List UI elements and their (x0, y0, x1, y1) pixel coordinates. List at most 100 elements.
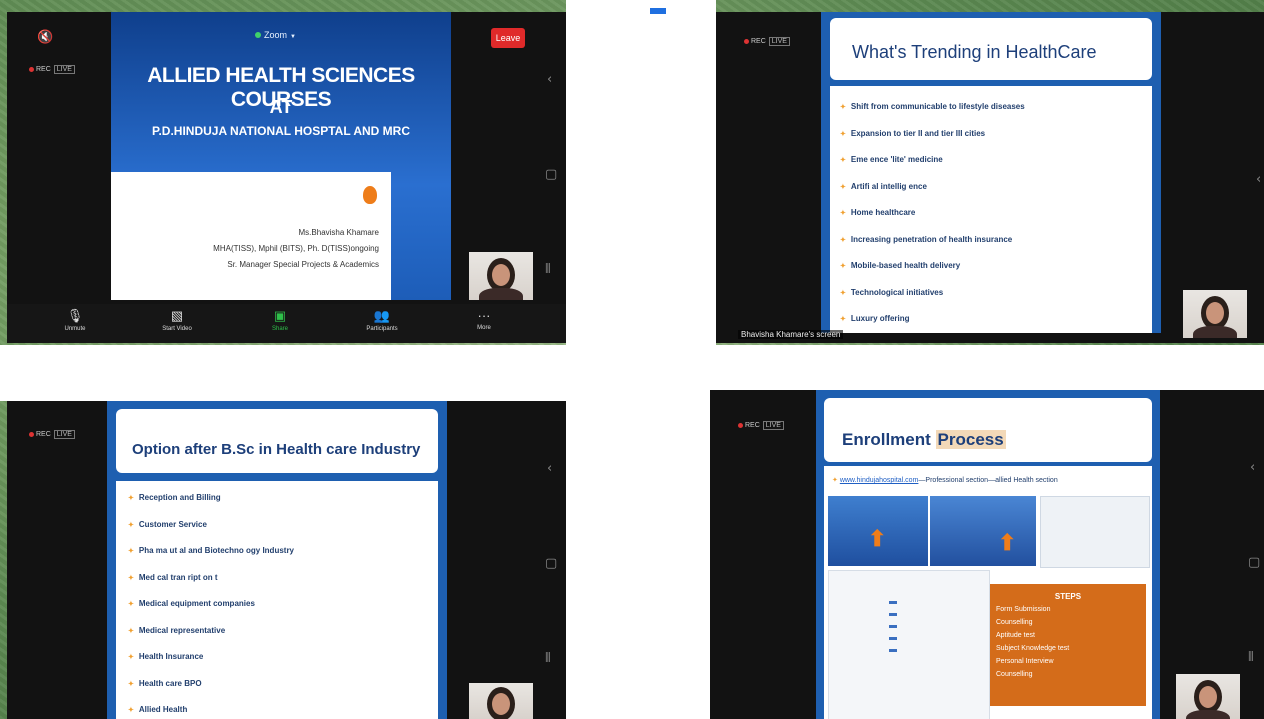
list-item: Reception and Billing (128, 491, 294, 518)
slide-title: Option after B.Sc in Health care Industr… (132, 441, 421, 458)
participant-video-thumbnail[interactable] (1176, 674, 1240, 719)
shared-slide: What's Trending in HealthCare Shift from… (821, 12, 1161, 333)
slide-title-line-2: AT (269, 97, 293, 117)
list-item: Counselling (996, 671, 1033, 678)
leave-button[interactable]: Leave (491, 28, 525, 48)
back-nav-icon[interactable]: ‹ (547, 461, 552, 476)
website-screenshot-1: ⬆ (828, 496, 928, 566)
list-item: Expansion to tier II and tier III cities (840, 127, 1025, 154)
list-item: Increasing penetration of health insuran… (840, 233, 1025, 260)
zoom-dropdown[interactable]: Zoom ▼ (255, 30, 296, 40)
recording-indicator: REC LIVE (29, 65, 75, 74)
list-item: Personal Interview (996, 658, 1054, 665)
career-option-list: Reception and Billing Customer Service P… (128, 491, 294, 719)
list-item: Medical equipment companies (128, 597, 294, 624)
list-item: Aptitude test (996, 632, 1035, 639)
collage-gap-top (566, 0, 716, 345)
shared-slide: Option after B.Sc in Health care Industr… (107, 401, 447, 719)
chevron-down-icon: ▼ (290, 34, 296, 40)
zoom-screenshot-top-right: RECLIVE What's Trending in HealthCare Sh… (716, 12, 1264, 343)
zoom-screenshot-bottom-right: REC LIVE Enrollment Process ✦ www.hinduja… (710, 390, 1264, 719)
list-item: Shift from communicable to lifestyle dis… (840, 100, 1025, 127)
list-item: Counselling (996, 619, 1033, 626)
video-off-icon: ▧ (170, 308, 184, 323)
slide-title-part-2-highlighted: Process (935, 430, 1006, 449)
list-item: Subject Knowledge test (996, 645, 1070, 652)
presenter-name: Ms.Bhavisha Khamare (298, 228, 379, 237)
screen-share-label: Bhavisha Khamare's screen (738, 330, 844, 339)
participant-video-thumbnail[interactable] (469, 683, 533, 719)
slide-title-box: Option after B.Sc in Health care Industr… (116, 409, 438, 473)
slide-title-part-1: Enrollment (842, 430, 931, 449)
list-item: Luxury offering (840, 312, 1025, 333)
slide-title: What's Trending in HealthCare (852, 42, 1097, 62)
zoom-screenshot-bottom-left: REC LIVE Option after B.Sc in Health care… (7, 401, 566, 719)
home-nav-icon[interactable]: ▢ (1248, 555, 1260, 570)
start-video-button[interactable]: ▧ Start Video (152, 308, 202, 332)
speaker-icon[interactable]: 🔇 (37, 30, 53, 45)
more-button[interactable]: ··· More (459, 308, 509, 331)
list-item: Form Submission (996, 606, 1051, 613)
steps-title: STEPS (1054, 592, 1082, 601)
recents-nav-icon[interactable]: ⦀ (545, 262, 551, 277)
list-item: Technological initiatives (840, 286, 1025, 313)
website-screenshot-3 (1040, 496, 1150, 568)
home-nav-icon[interactable]: ▢ (545, 556, 557, 571)
recording-indicator: REC LIVE (738, 421, 784, 430)
list-item: Pha ma ut al and Biotechno ogy Industry (128, 544, 294, 571)
list-item: Home healthcare (840, 206, 1025, 233)
website-link[interactable]: www.hindujahospital.com (840, 477, 919, 484)
steps-box: STEPS Form Submission Counselling Aptitu… (990, 584, 1146, 706)
share-button[interactable]: ▣ Share (255, 308, 305, 332)
more-dots-icon: ··· (477, 308, 491, 323)
trend-bullet-list: Shift from communicable to lifestyle dis… (840, 100, 1025, 333)
zoom-screenshot-top-left: 🔇 REC LIVE Zoom ▼ ALLIED HEALTH SCIENCES C… (7, 12, 566, 343)
orange-logo-icon (363, 186, 377, 204)
list-item: Eme ence 'lite' medicine (840, 153, 1025, 180)
collage-gap-bottom (566, 390, 710, 719)
steps-list: Form Submission Counselling Aptitude tes… (996, 606, 1069, 684)
microphone-muted-icon: 🎙 (66, 308, 84, 323)
participant-video-thumbnail[interactable] (1183, 290, 1247, 338)
presenter-card: Ms.Bhavisha Khamare MHA(TISS), Mphil (BI… (111, 172, 391, 300)
recents-nav-icon[interactable]: ⦀ (1248, 650, 1254, 665)
unmute-button[interactable]: 🎙 Unmute (50, 308, 100, 332)
blue-marker (650, 8, 666, 14)
slide-title-line-3: P.D.HINDUJA NATIONAL HOSPTAL AND MRC (151, 124, 410, 138)
slide-body: Shift from communicable to lifestyle dis… (830, 86, 1152, 333)
arrow-up-icon: ⬆ (998, 530, 1017, 555)
slide-title-box: What's Trending in HealthCare (830, 18, 1152, 80)
website-screenshot-4 (828, 570, 990, 719)
list-item: Mobile-based health delivery (840, 259, 1025, 286)
back-nav-icon[interactable]: ‹ (1256, 172, 1261, 187)
share-screen-icon: ▣ (273, 308, 287, 323)
back-nav-icon[interactable]: ‹ (1250, 460, 1255, 475)
home-nav-icon[interactable]: ▢ (545, 167, 557, 182)
arrow-up-icon: ⬆ (868, 526, 887, 551)
presenter-role: Sr. Manager Special Projects & Academics (227, 260, 379, 269)
zoom-status-dot-icon (255, 32, 261, 38)
list-item: Customer Service (128, 518, 294, 545)
list-item: Health care BPO (128, 677, 294, 704)
slide-body: Reception and Billing Customer Service P… (116, 481, 438, 719)
participant-video-thumbnail[interactable] (469, 252, 533, 300)
shared-slide: Zoom ▼ ALLIED HEALTH SCIENCES COURSES AT … (111, 12, 451, 300)
recording-indicator: REC LIVE (29, 430, 75, 439)
list-item: Medical representative (128, 624, 294, 651)
recents-nav-icon[interactable]: ⦀ (545, 651, 551, 666)
slide-title-box: Enrollment Process (824, 398, 1152, 462)
list-item: Allied Health (128, 703, 294, 719)
list-item: Med cal tran ript on t (128, 571, 294, 598)
meeting-toolbar: 🎙 Unmute ▧ Start Video ▣ Share 👥 Participant… (7, 304, 566, 343)
recording-indicator: REC LIVE (744, 37, 790, 46)
list-item: Health Insurance (128, 650, 294, 677)
presenter-qualifications: MHA(TISS), Mphil (BITS), Ph. D(TISS)ongo… (213, 244, 379, 253)
website-screenshot-2: ⬆ (930, 496, 1036, 566)
website-path-line: ✦ www.hindujahospital.com—Professional s… (832, 477, 1058, 484)
slide-title: Enrollment Process (842, 430, 1006, 450)
slide-body: ✦ www.hindujahospital.com—Professional s… (824, 466, 1152, 719)
participants-icon: 👥 (373, 308, 391, 323)
back-nav-icon[interactable]: ‹ (547, 72, 552, 87)
participants-button[interactable]: 👥 Participants (357, 308, 407, 332)
list-item: Artifi al intellig ence (840, 180, 1025, 207)
